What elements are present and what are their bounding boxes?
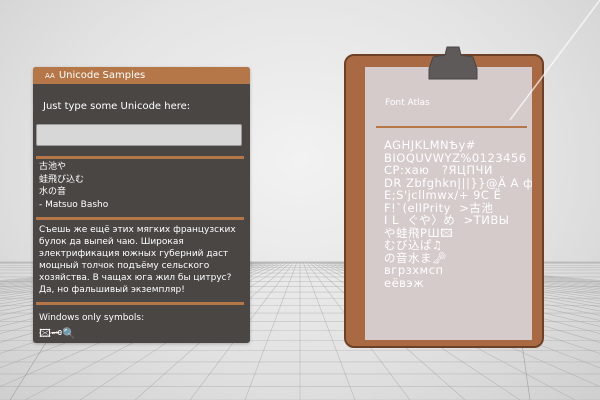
divider	[36, 156, 244, 159]
grid-line	[244, 261, 298, 400]
unicode-samples-panel: A A Unicode Samples Just type some Unico…	[33, 67, 250, 343]
panel-title: Unicode Samples	[58, 70, 146, 81]
panel-header[interactable]: A A Unicode Samples	[33, 67, 250, 84]
atlas-title: Font Atlas	[385, 98, 430, 108]
divider	[36, 302, 244, 305]
clipboard-clip-icon	[428, 46, 478, 80]
unicode-input[interactable]	[36, 124, 242, 146]
symbols-text: 🖾🗝🔍	[39, 327, 76, 340]
font-icon: A A	[45, 71, 55, 80]
input-prompt: Just type some Unicode here:	[43, 101, 191, 112]
symbols-label: Windows only symbols:	[39, 313, 145, 323]
russian-text: Съешь же ещё этих мягких французских бул…	[39, 225, 236, 295]
divider	[36, 217, 244, 220]
haiku-text: 古池や 蛙飛び込む 水の音 - Matsuo Basho	[39, 162, 109, 210]
light-ray	[509, 0, 600, 121]
